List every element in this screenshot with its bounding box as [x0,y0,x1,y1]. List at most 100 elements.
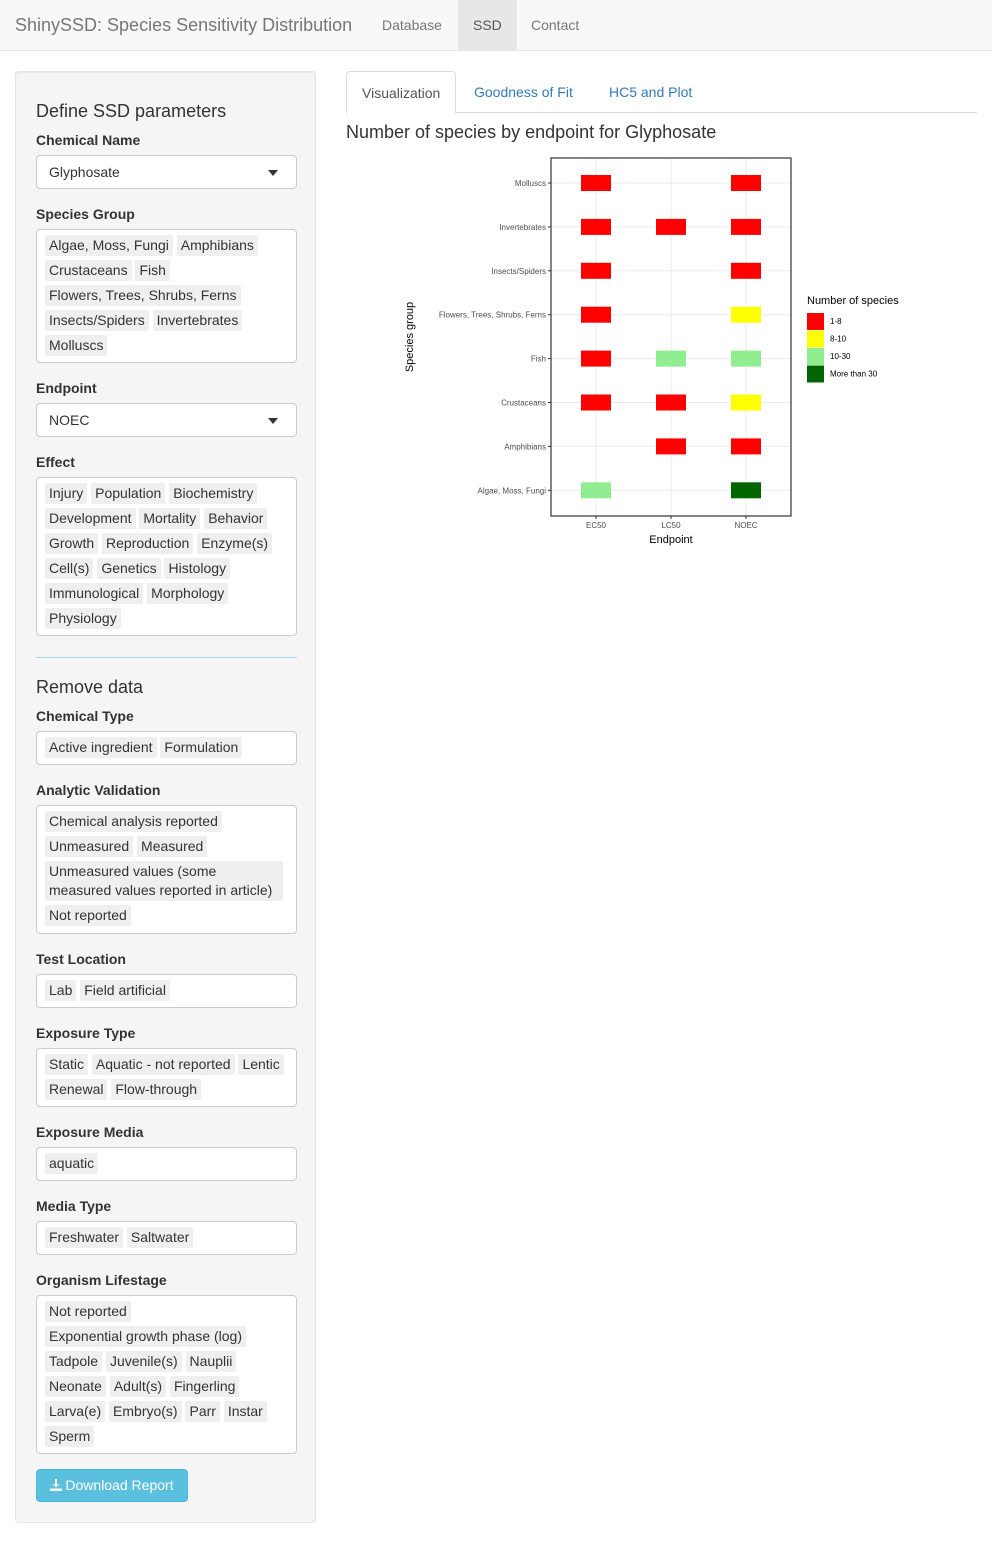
species-chip[interactable]: Flowers, Trees, Shrubs, Ferns [45,285,241,306]
species-chip[interactable]: Insects/Spiders [45,310,149,331]
effect-chip[interactable]: Immunological [45,583,144,604]
legend-label: 8-10 [830,335,847,344]
endpoint-value: NOEC [49,412,90,428]
validation-chip[interactable]: Not reported [45,905,131,926]
species-endpoint-heatmap: Algae, Moss, Fungi Amphibians Crustaceans F… [404,157,899,546]
effect-chip[interactable]: Behavior [204,508,268,529]
heatmap-cell [731,306,761,323]
legend-key [807,313,824,330]
x-axis-title: Endpoint [649,534,692,546]
effect-chip[interactable]: Genetics [97,558,161,579]
nav-contact[interactable]: Contact [516,0,594,50]
lifestage-chip[interactable]: Parr [185,1401,220,1422]
effect-chip[interactable]: Reproduction [102,533,194,554]
exposure-type-chip[interactable]: Flow-through [111,1079,202,1100]
chemical-name-select[interactable]: Glyphosate [36,155,297,189]
chemical-type-chip[interactable]: Active ingredient [45,737,157,758]
nav-ssd[interactable]: SSD [458,0,517,50]
effect-chip[interactable]: Biochemistry [169,483,258,504]
heatmap-cell [731,218,761,235]
remove-data-title: Remove data [36,677,144,697]
nav-database[interactable]: Database [367,0,457,50]
lifestage-chip[interactable]: Not reported [45,1301,131,1322]
exposure-type-chip[interactable]: Lentic [238,1054,284,1075]
validation-chip[interactable]: Unmeasured values (some measured values … [45,861,283,901]
effect-label: Effect [36,454,75,470]
lifestage-chip[interactable]: Sperm [45,1426,95,1447]
exposure-type-input[interactable]: Static Aquatic - not reported Lentic Ren… [36,1048,297,1107]
species-chip[interactable]: Amphibians [176,235,258,256]
validation-chip[interactable]: Measured [137,836,208,857]
media-type-chip[interactable]: Saltwater [126,1227,194,1248]
media-type-input[interactable]: Freshwater Saltwater [36,1221,297,1255]
effect-chip[interactable]: Injury [45,483,88,504]
lifestage-chip[interactable]: Tadpole [45,1351,103,1372]
exposure-type-chip[interactable]: Aquatic - not reported [91,1054,235,1075]
heatmap-cell [581,218,611,235]
chemical-type-label: Chemical Type [36,708,134,724]
organism-lifestage-label: Organism Lifestage [36,1272,167,1288]
lifestage-chip[interactable]: Neonate [45,1376,106,1397]
tab-hc5-and-plot[interactable]: HC5 and Plot [594,71,707,113]
exposure-media-chip[interactable]: aquatic [45,1153,99,1174]
exposure-media-label: Exposure Media [36,1124,144,1140]
effect-input[interactable]: Injury Population Biochemistry Developme… [36,477,297,636]
analytic-validation-label: Analytic Validation [36,782,161,798]
organism-lifestage-input[interactable]: Not reported Exponential growth phase (l… [36,1295,297,1454]
validation-chip[interactable]: Unmeasured [45,836,134,857]
effect-chip[interactable]: Histology [164,558,231,579]
effect-chip[interactable]: Development [45,508,136,529]
lifestage-chip[interactable]: Exponential growth phase (log) [45,1326,247,1347]
y-tick-label: Fish [531,355,546,364]
heatmap-cell [656,394,686,411]
test-location-chip[interactable]: Field artificial [80,980,170,1001]
heatmap-cell [656,350,686,367]
heatmap-cell [581,262,611,279]
effect-chip[interactable]: Growth [45,533,99,554]
species-chip[interactable]: Invertebrates [152,310,243,331]
effect-chip[interactable]: Enzyme(s) [197,533,273,554]
heatmap-cell [581,175,611,191]
species-chip[interactable]: Molluscs [45,335,108,356]
legend-label: 10-30 [830,352,851,361]
download-report-button[interactable]: Download Report [36,1469,188,1502]
exposure-type-chip[interactable]: Renewal [45,1079,108,1100]
test-location-chip[interactable]: Lab [45,980,77,1001]
effect-chip[interactable]: Physiology [45,608,121,629]
chemical-name-value: Glyphosate [49,164,120,180]
lifestage-chip[interactable]: Juvenile(s) [105,1351,182,1372]
chemical-type-input[interactable]: Active ingredient Formulation [36,731,297,765]
lifestage-chip[interactable]: Embryo(s) [109,1401,182,1422]
exposure-type-chip[interactable]: Static [45,1054,89,1075]
effect-chip[interactable]: Mortality [139,508,201,529]
lifestage-chip[interactable]: Adult(s) [109,1376,167,1397]
lifestage-chip[interactable]: Fingerling [169,1376,240,1397]
validation-chip[interactable]: Chemical analysis reported [45,811,222,832]
section-divider [36,657,297,658]
download-icon [50,1479,63,1491]
effect-chip[interactable]: Morphology [147,583,229,604]
exposure-media-input[interactable]: aquatic [36,1147,297,1181]
lifestage-chip[interactable]: Instar [223,1401,267,1422]
species-chip[interactable]: Fish [135,260,170,281]
chemical-type-chip[interactable]: Formulation [160,737,243,758]
heatmap-cell [731,394,761,411]
y-axis-title: Species group [404,302,416,372]
species-group-input[interactable]: Algae, Moss, Fungi Amphibians Crustacean… [36,229,297,363]
test-location-input[interactable]: Lab Field artificial [36,974,297,1008]
effect-chip[interactable]: Population [91,483,166,504]
y-tick-label: Crustaceans [501,399,546,408]
analytic-validation-input[interactable]: Chemical analysis reported Unmeasured Me… [36,805,297,934]
lifestage-chip[interactable]: Larva(e) [45,1401,106,1422]
effect-chip[interactable]: Cell(s) [45,558,94,579]
app-brand[interactable]: ShinySSD: Species Sensitivity Distributi… [15,15,352,35]
species-chip[interactable]: Crustaceans [45,260,132,281]
lifestage-chip[interactable]: Nauplii [185,1351,237,1372]
endpoint-select[interactable]: NOEC [36,403,297,437]
media-type-chip[interactable]: Freshwater [45,1227,124,1248]
y-tick-label: Insects/Spiders [491,267,546,276]
tab-visualization[interactable]: Visualization [346,71,457,114]
species-chip[interactable]: Algae, Moss, Fungi [45,235,173,256]
tab-goodness-of-fit[interactable]: Goodness of Fit [459,71,588,113]
heatmap-cell [581,394,611,411]
